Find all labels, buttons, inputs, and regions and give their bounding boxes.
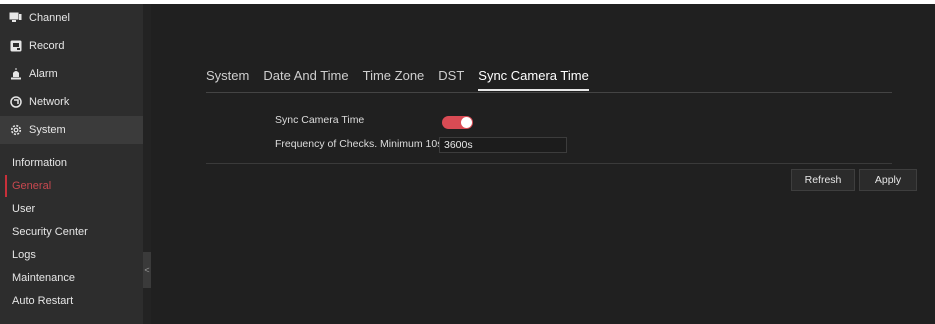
sidebar-subitem-label: Auto Restart: [12, 295, 74, 307]
frequency-input[interactable]: 3600s: [439, 137, 567, 153]
sidebar-item-label: Channel: [29, 12, 70, 24]
monitor-icon: [9, 12, 22, 25]
frequency-label: Frequency of Checks. Minimum 10s: [275, 138, 443, 150]
sidebar: Channel Record Alarm Network System Info…: [0, 4, 143, 324]
sidebar-subitem-label: Logs: [12, 249, 36, 261]
sidebar-subitem-label: Security Center: [12, 226, 88, 238]
sidebar-item-system[interactable]: System: [0, 116, 143, 144]
sidebar-subitem-user[interactable]: User: [10, 198, 142, 220]
app-frame: Channel Record Alarm Network System Info…: [0, 4, 935, 324]
apply-button[interactable]: Apply: [859, 169, 917, 191]
sidebar-item-network[interactable]: Network: [0, 88, 143, 116]
tab-dst[interactable]: DST: [438, 66, 464, 88]
sidebar-subitem-label: Maintenance: [12, 272, 75, 284]
network-icon: [9, 96, 22, 109]
section-divider: [206, 163, 892, 164]
sidebar-subitem-label: General: [12, 180, 52, 192]
sidebar-item-label: System: [29, 124, 66, 136]
tab-system[interactable]: System: [206, 66, 249, 88]
tab-time-zone[interactable]: Time Zone: [363, 66, 425, 88]
toggle-knob: [461, 117, 472, 128]
main-panel: System Date And Time Time Zone DST Sync …: [151, 4, 935, 324]
sidebar-subitem-label: User: [12, 203, 36, 215]
sidebar-item-record[interactable]: Record: [0, 32, 143, 60]
sidebar-subitem-information[interactable]: Information: [10, 152, 142, 174]
sidebar-subitem-auto-restart[interactable]: Auto Restart: [10, 290, 142, 312]
sidebar-item-label: Alarm: [29, 68, 58, 80]
record-icon: [9, 40, 22, 53]
chevron-left-icon: <: [144, 265, 150, 275]
gear-icon: [9, 124, 22, 137]
sidebar-item-label: Record: [29, 40, 65, 52]
sidebar-item-channel[interactable]: Channel: [0, 4, 143, 32]
sidebar-collapse-handle[interactable]: <: [143, 252, 151, 288]
refresh-button[interactable]: Refresh: [791, 169, 855, 191]
sidebar-item-alarm[interactable]: Alarm: [0, 60, 143, 88]
tab-divider: [206, 92, 892, 93]
tab-bar: System Date And Time Time Zone DST Sync …: [206, 66, 603, 91]
sidebar-subitem-security-center[interactable]: Security Center: [10, 221, 142, 243]
sidebar-subitem-maintenance[interactable]: Maintenance: [10, 267, 142, 289]
sidebar-subitem-logs[interactable]: Logs: [10, 244, 142, 266]
sidebar-item-label: Network: [29, 96, 70, 108]
sidebar-subitem-label: Information: [12, 157, 68, 169]
tab-date-and-time[interactable]: Date And Time: [263, 66, 348, 88]
sidebar-subitem-general[interactable]: General: [10, 175, 142, 197]
active-indicator: [5, 175, 7, 197]
sync-camera-time-label: Sync Camera Time: [275, 114, 365, 126]
sync-camera-time-toggle[interactable]: [442, 116, 473, 129]
alarm-icon: [9, 68, 22, 81]
tab-sync-camera-time[interactable]: Sync Camera Time: [478, 66, 589, 91]
